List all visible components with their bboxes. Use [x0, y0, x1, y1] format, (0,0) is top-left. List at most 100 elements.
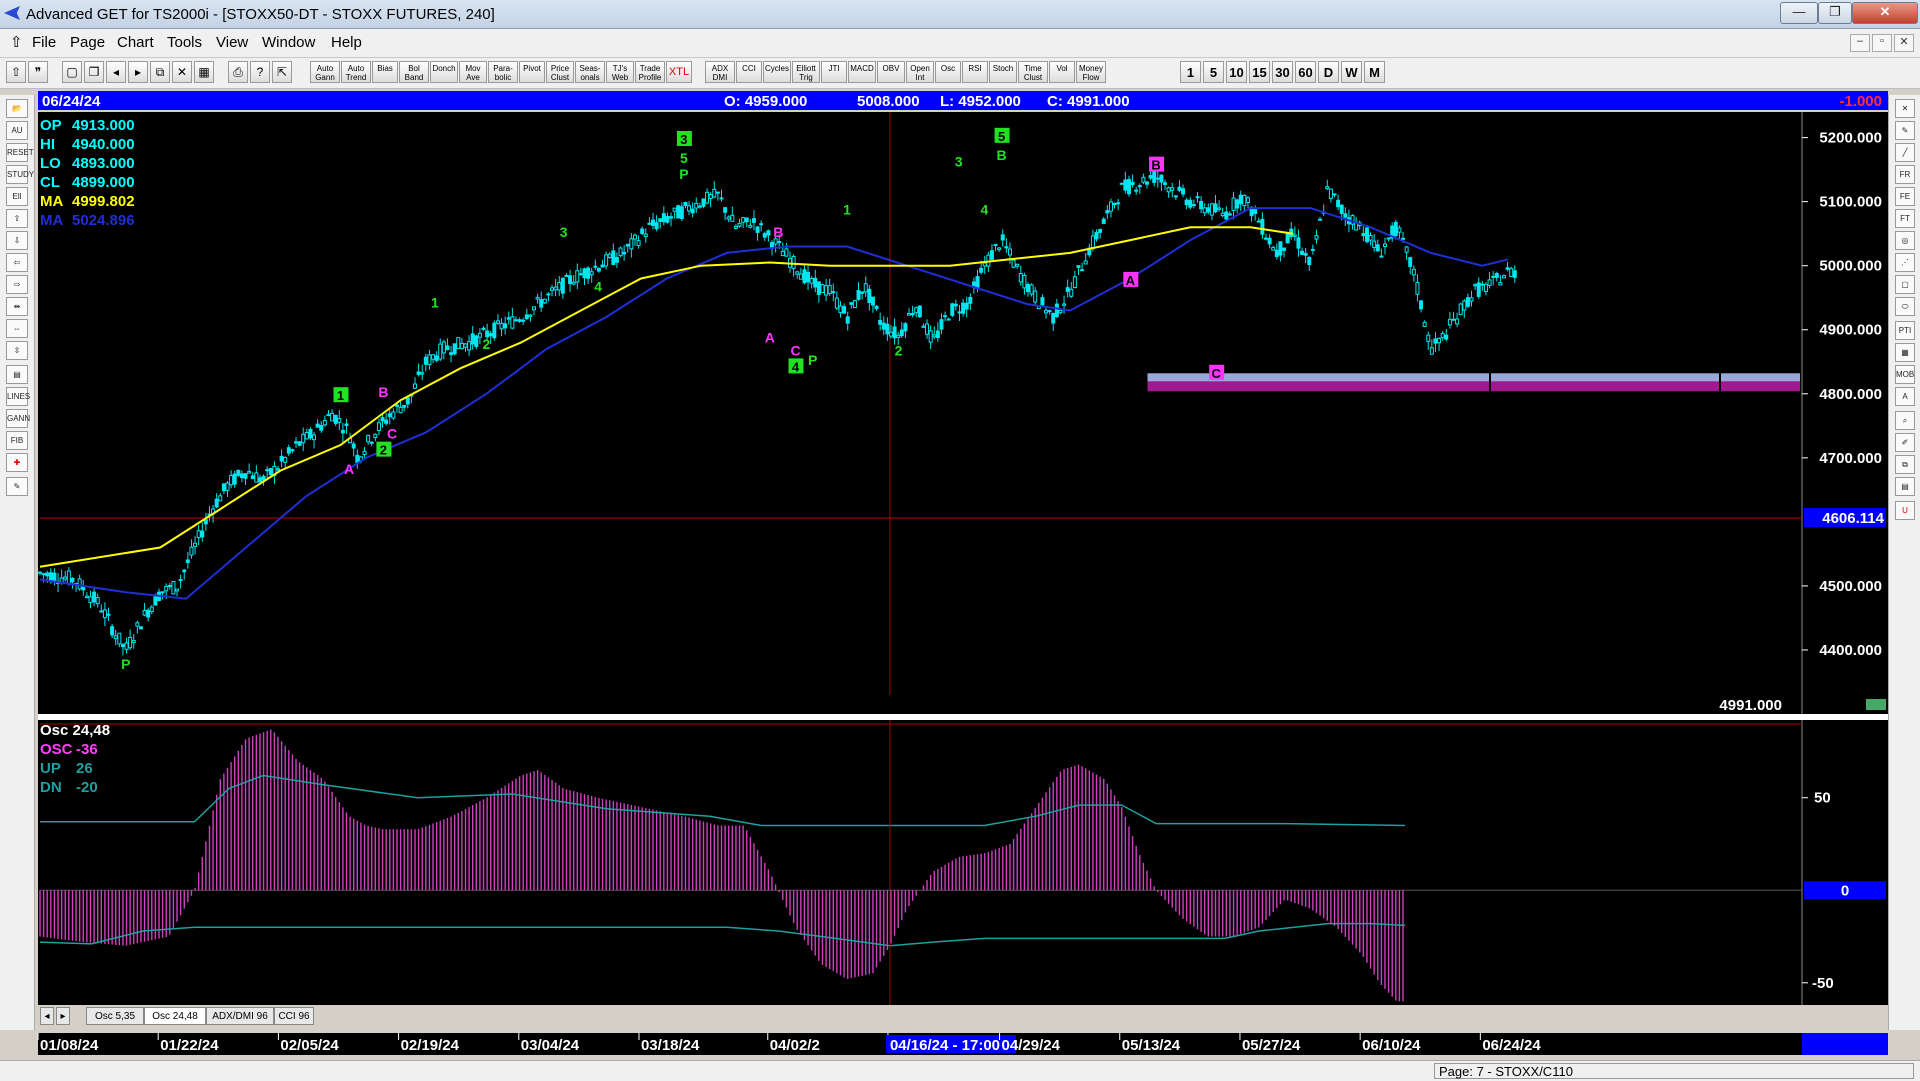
date-tick-label: 04/16/24 - 17:00 — [890, 1037, 1000, 1054]
wave-label[interactable]: A — [1123, 271, 1139, 288]
svg-text:2: 2 — [483, 336, 491, 352]
scale-toggle-icon[interactable] — [1866, 699, 1886, 710]
svg-text:4: 4 — [792, 359, 800, 374]
tab-scroll-left-icon[interactable]: ◂ — [40, 1007, 54, 1025]
svg-text:5: 5 — [680, 150, 688, 166]
wave-label[interactable]: 3 — [955, 153, 963, 169]
svg-text:B: B — [996, 147, 1006, 163]
osc-tick-label: -50 — [1812, 975, 1834, 992]
wave-label[interactable]: C — [790, 342, 800, 358]
price-pane[interactable] — [38, 112, 1888, 714]
wave-label[interactable]: 3 — [560, 224, 568, 240]
price-tick-label: 4900.000 — [1819, 322, 1882, 339]
price-tick-label: 5200.000 — [1819, 130, 1882, 147]
candle — [1364, 224, 1369, 244]
tab-osc-24-48[interactable]: Osc 24,48 — [144, 1007, 206, 1025]
candle — [701, 198, 706, 209]
wave-label[interactable]: 5 — [680, 150, 688, 166]
wave-label[interactable]: 1 — [431, 294, 439, 310]
last-price-label: 4991.000 — [1719, 697, 1782, 714]
wave-label[interactable]: P — [121, 656, 130, 672]
price-legend-item: CL 4899.000 — [40, 174, 135, 191]
wave-label[interactable]: B — [378, 384, 388, 400]
candle — [1029, 283, 1034, 297]
candle — [456, 337, 461, 349]
wave-label[interactable]: C — [1209, 364, 1225, 381]
wave-label[interactable]: A — [765, 330, 775, 346]
wave-label[interactable]: A — [344, 461, 354, 477]
svg-text:C: C — [1211, 366, 1221, 381]
wave-label[interactable]: 1 — [333, 387, 349, 403]
candle — [138, 626, 143, 630]
svg-text:B: B — [378, 384, 388, 400]
svg-text:P: P — [679, 166, 688, 182]
wave-label[interactable]: 2 — [376, 441, 392, 458]
svg-text:C: C — [790, 342, 800, 358]
osc-axis[interactable] — [1802, 720, 1888, 1005]
wave-label[interactable]: C — [387, 426, 397, 442]
candle — [542, 298, 547, 304]
date-axis-empty — [1802, 1033, 1888, 1055]
svg-text:3: 3 — [680, 132, 687, 147]
wave-label[interactable]: 4 — [980, 201, 988, 217]
wave-label[interactable]: P — [679, 166, 688, 182]
svg-text:2: 2 — [380, 443, 387, 458]
date-tick-label: 01/08/24 — [40, 1037, 99, 1054]
tab-osc-5-35[interactable]: Osc 5,35 — [86, 1007, 144, 1025]
price-legend-item: LO 4893.000 — [40, 155, 135, 172]
svg-text:A: A — [344, 461, 354, 477]
price-legend-item: MA 5024.896 — [40, 212, 135, 229]
wave-label[interactable]: 3 — [676, 131, 692, 147]
candle — [452, 343, 457, 356]
tab-cci-96[interactable]: CCI 96 — [274, 1007, 314, 1025]
osc-tick-label: 50 — [1814, 790, 1831, 807]
price-legend-item: HI 4940.000 — [40, 136, 135, 153]
svg-text:1: 1 — [337, 388, 344, 403]
candle — [308, 427, 313, 440]
osc-legend-item: Osc 24,48 — [40, 722, 110, 739]
candle — [1458, 302, 1463, 316]
wave-label[interactable]: 4 — [788, 358, 804, 374]
svg-text:4606.114: 4606.114 — [1822, 510, 1884, 527]
svg-text:1: 1 — [431, 294, 439, 310]
svg-text:A: A — [765, 330, 775, 346]
tab-scroll-right-icon[interactable]: ▸ — [56, 1007, 70, 1025]
header-low: L: 4952.000 — [940, 93, 1021, 110]
status-bar: Page: 7 - STOXX/C110 — [0, 1060, 1920, 1081]
wave-label[interactable]: B — [1149, 156, 1165, 173]
wave-label[interactable]: P — [808, 352, 817, 368]
wave-label[interactable]: 1 — [843, 201, 851, 217]
wave-label[interactable]: 2 — [483, 336, 491, 352]
price-tick-label: 5000.000 — [1819, 258, 1882, 275]
osc-legend-item: OSC -36 — [40, 741, 98, 758]
wave-label[interactable]: 4 — [594, 278, 602, 294]
candle — [676, 204, 681, 219]
tab-adx-dmi-96[interactable]: ADX/DMI 96 — [206, 1007, 274, 1025]
svg-text:A: A — [1126, 273, 1136, 288]
price-tick-label: 4500.000 — [1819, 578, 1882, 595]
candle — [171, 580, 176, 595]
date-tick-label: 02/19/24 — [401, 1037, 460, 1054]
header-change: -1.000 — [1839, 93, 1882, 110]
wave-label[interactable]: 2 — [895, 342, 903, 358]
support-band-lower[interactable] — [1147, 381, 1800, 392]
status-page: Page: 7 - STOXX/C110 — [1434, 1063, 1914, 1079]
wave-label[interactable]: 5 — [994, 127, 1010, 144]
svg-text:B: B — [1151, 158, 1160, 173]
svg-text:1: 1 — [843, 201, 851, 217]
chart-area[interactable]: 06/24/24 O: 4959.000 5008.000 L: 4952.00… — [0, 0, 1920, 1080]
reference-line-label: 4606.114 — [1804, 507, 1886, 527]
wave-label[interactable]: B — [996, 147, 1006, 163]
price-tick-label: 4400.000 — [1819, 642, 1882, 659]
date-tick-label: 03/18/24 — [641, 1037, 700, 1054]
svg-text:B: B — [773, 224, 783, 240]
price-tick-label: 4700.000 — [1819, 450, 1882, 467]
date-tick-label: 06/24/24 — [1482, 1037, 1541, 1054]
svg-text:2: 2 — [895, 342, 903, 358]
date-tick-label: 04/02/2 — [770, 1037, 820, 1054]
date-tick-label: 06/10/24 — [1362, 1037, 1421, 1054]
wave-label[interactable]: B — [773, 224, 783, 240]
price-tick-label: 4800.000 — [1819, 386, 1882, 403]
svg-text:P: P — [121, 656, 130, 672]
date-tick-label: 01/22/24 — [160, 1037, 219, 1054]
